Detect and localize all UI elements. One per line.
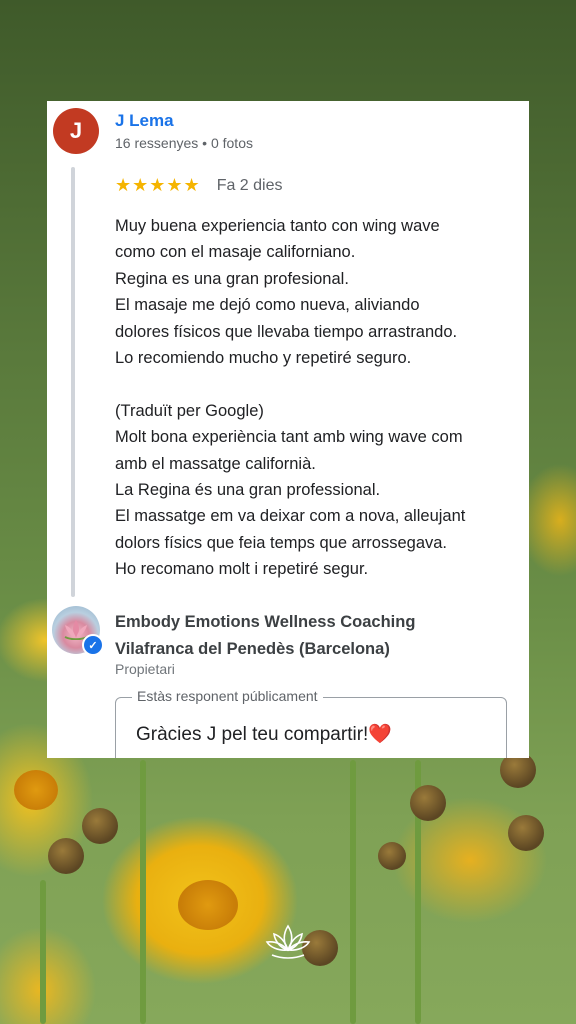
star-rating: ★★★★★: [115, 175, 201, 195]
owner-avatar[interactable]: ✓: [52, 606, 104, 656]
review-line: amb el massatge californià.: [115, 454, 316, 473]
review-blank-line: [115, 371, 525, 397]
avatar-letter: J: [69, 118, 83, 143]
review-line: Regina es una gran profesional.: [115, 269, 349, 288]
lotus-logo-icon: [265, 924, 311, 959]
reviewer-meta: 16 ressenyes • 0 fotos: [115, 135, 253, 151]
reviewer-name[interactable]: J Lema: [115, 111, 174, 131]
reply-input[interactable]: Estàs responent públicament Gràcies J pe…: [115, 688, 507, 758]
flower-stem: [140, 760, 146, 1024]
review-card: J J Lema 16 ressenyes • 0 fotos ★★★★★ Fa…: [47, 101, 529, 758]
heart-emoji: ❤️: [368, 724, 392, 745]
reply-message: Gràcies J pel teu compartir!: [136, 724, 369, 745]
flower-stem: [350, 760, 356, 1024]
reply-legend: Estàs responent públicament: [132, 688, 323, 704]
thread-line: [71, 167, 75, 597]
verified-badge-icon: ✓: [82, 634, 104, 656]
owner-name[interactable]: Embody Emotions Wellness Coaching Vilafr…: [115, 609, 515, 663]
rating-row: ★★★★★ Fa 2 dies: [115, 175, 283, 196]
flower-bud: [378, 842, 406, 870]
owner-role: Propietari: [115, 661, 175, 677]
review-line: dolores físicos que llevaba tiempo arras…: [115, 322, 458, 341]
review-line: Lo recomiendo mucho y repetiré seguro.: [115, 349, 412, 368]
review-line: El masaje me dejó como nueva, aliviando: [115, 296, 420, 315]
owner-name-line: Vilafranca del Penedès (Barcelona): [115, 640, 390, 658]
review-line: como con el masaje californiano.: [115, 243, 356, 262]
flower-bud: [82, 808, 118, 844]
flower-bud: [48, 838, 84, 874]
review-line: Ho recomano molt i repetiré segur.: [115, 560, 369, 579]
flower-bud: [410, 785, 446, 821]
review-text: Muy buena experiencia tanto con wing wav…: [115, 213, 525, 583]
review-line: La Regina és una gran professional.: [115, 481, 381, 500]
flower-bud: [508, 815, 544, 851]
flower-center: [178, 880, 238, 930]
reviewer-avatar[interactable]: J: [53, 108, 99, 154]
review-line: Molt bona experiència tant amb wing wave…: [115, 428, 463, 447]
review-line: (Traduït per Google): [115, 401, 264, 420]
review-date: Fa 2 dies: [216, 176, 283, 194]
review-line: Muy buena experiencia tanto con wing wav…: [115, 217, 440, 235]
flower-center: [14, 770, 58, 810]
flower-stem: [40, 880, 46, 1024]
owner-name-line: Embody Emotions Wellness Coaching: [115, 613, 416, 631]
review-line: El massatge em va deixar com a nova, all…: [115, 507, 466, 526]
reply-text[interactable]: Gràcies J pel teu compartir!❤️: [136, 722, 392, 746]
review-line: dolors físics que feia temps que arrosse…: [115, 533, 448, 552]
